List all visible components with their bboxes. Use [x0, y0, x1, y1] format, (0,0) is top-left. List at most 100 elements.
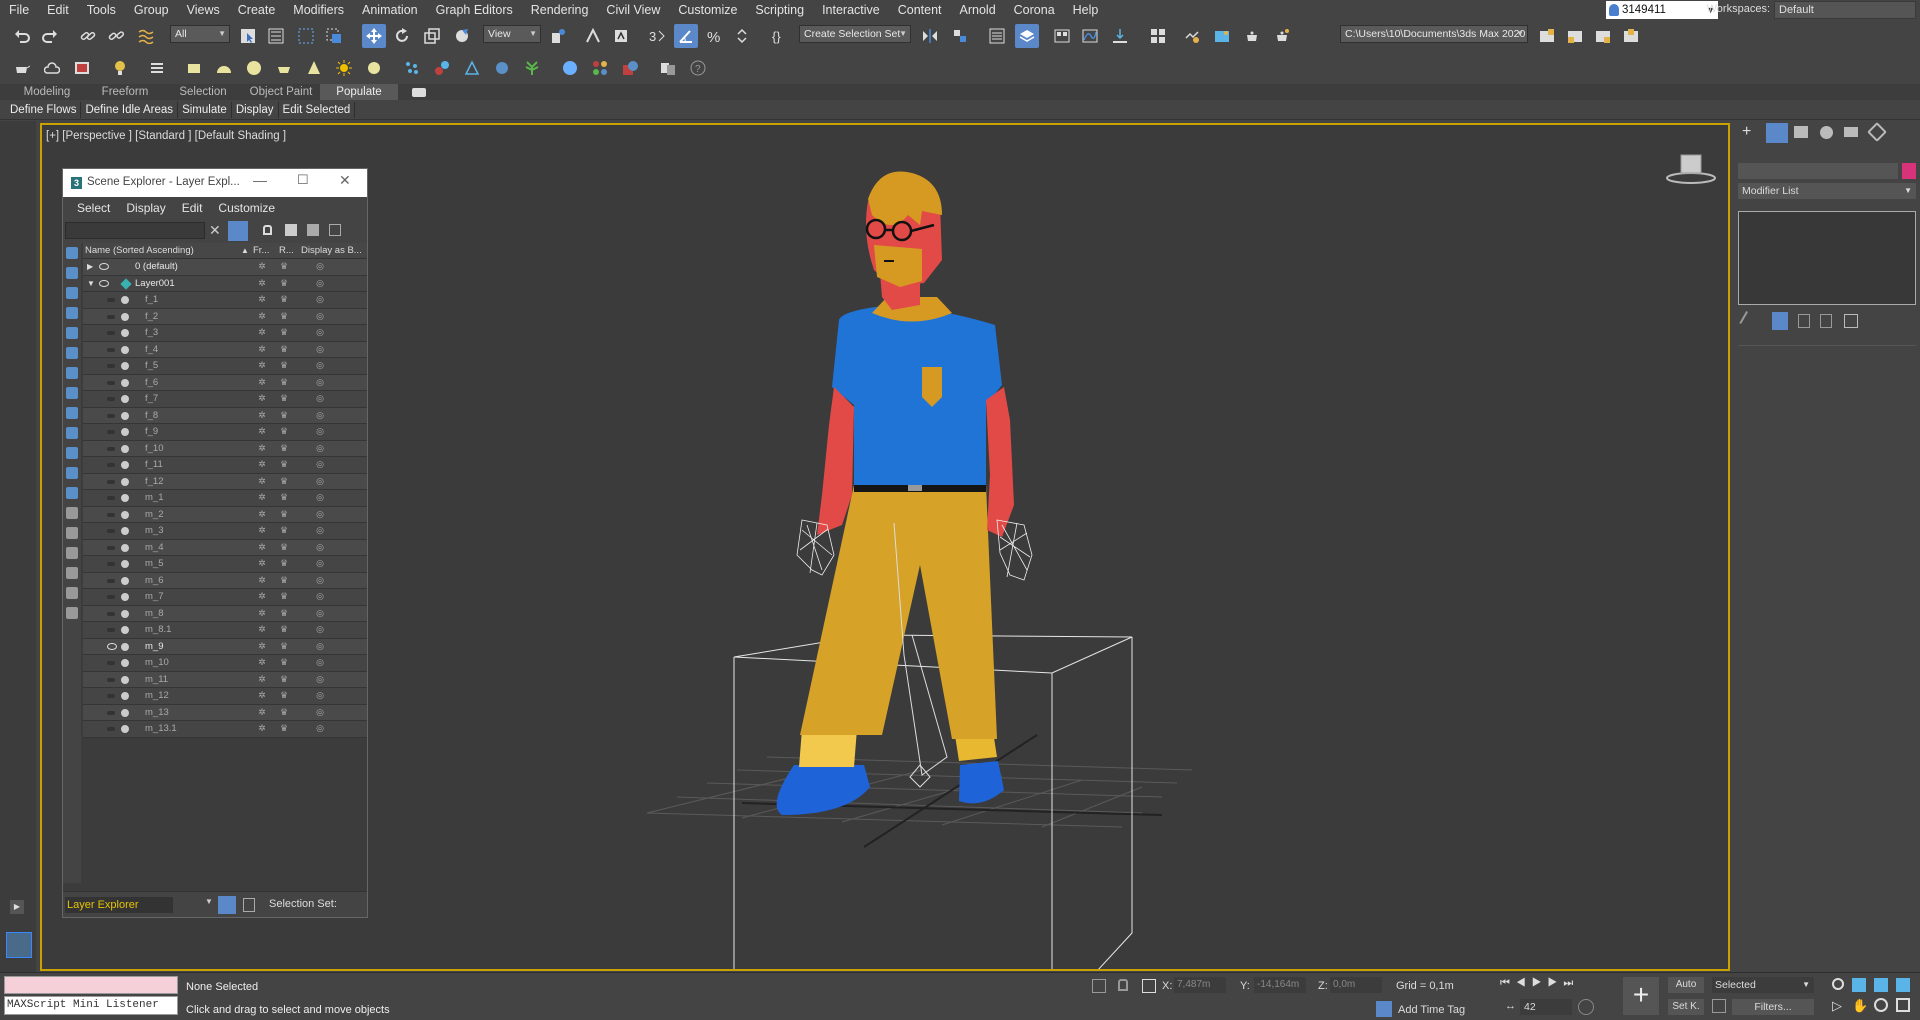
- render-toggle-icon[interactable]: ♛: [279, 459, 289, 469]
- geometry-filter-icon[interactable]: [66, 247, 78, 259]
- freeze-toggle-icon[interactable]: ✲: [257, 492, 267, 502]
- hidden-eye-icon[interactable]: [107, 331, 115, 335]
- menu-edit[interactable]: Edit: [38, 0, 78, 20]
- key-filter-dropdown[interactable]: Selected ▼: [1712, 977, 1814, 993]
- modify-tab-icon[interactable]: [1766, 123, 1788, 143]
- search-input[interactable]: [65, 222, 205, 239]
- col-display-box-header[interactable]: Display as B...: [301, 243, 362, 259]
- toggle-scene-explorer-button[interactable]: [985, 24, 1009, 48]
- hidden-eye-icon[interactable]: [107, 562, 115, 566]
- display-as-box-icon[interactable]: ◎: [315, 393, 325, 403]
- display-as-box-icon[interactable]: ◎: [315, 657, 325, 667]
- menu-rendering[interactable]: Rendering: [522, 0, 598, 20]
- hidden-eye-icon[interactable]: [107, 430, 115, 434]
- cloud-button[interactable]: [40, 56, 64, 80]
- object-row[interactable]: m_11 ✲ ♛ ◎: [83, 671, 367, 688]
- align-button[interactable]: [948, 24, 972, 48]
- absolute-mode-icon[interactable]: [1142, 979, 1156, 993]
- display-as-box-icon[interactable]: ◎: [315, 327, 325, 337]
- freeze-toggle-icon[interactable]: ✲: [257, 311, 267, 321]
- maximize-viewport-icon[interactable]: [1896, 998, 1910, 1012]
- menu-edit[interactable]: Edit: [174, 201, 211, 215]
- schematic-view-button[interactable]: [1108, 24, 1132, 48]
- col-name-header[interactable]: Name (Sorted Ascending): [85, 243, 194, 259]
- select-manipulate-button[interactable]: [581, 24, 605, 48]
- pin-stack-icon[interactable]: [1739, 310, 1757, 330]
- menu-file[interactable]: File: [0, 0, 38, 20]
- layer-explorer-toggle-icon[interactable]: [218, 896, 236, 914]
- dynamics-button[interactable]: [430, 56, 454, 80]
- reference-coordinate-dropdown[interactable]: View ▼: [483, 25, 541, 43]
- frozen-filter-icon[interactable]: [66, 467, 78, 479]
- display-as-box-icon[interactable]: ◎: [315, 624, 325, 634]
- menu-scripting[interactable]: Scripting: [746, 0, 813, 20]
- menu-modifiers[interactable]: Modifiers: [284, 0, 353, 20]
- ribbon-tab-freeform[interactable]: Freeform: [86, 84, 164, 100]
- render-toggle-icon[interactable]: ♛: [279, 624, 289, 634]
- freeze-toggle-icon[interactable]: ✲: [257, 261, 267, 271]
- go-to-start-icon[interactable]: ⏮: [1500, 977, 1516, 989]
- eye-icon[interactable]: [107, 642, 117, 650]
- set-key-button[interactable]: +: [1623, 977, 1659, 1015]
- object-row[interactable]: f_1 ✲ ♛ ◎: [83, 292, 367, 309]
- next-frame-icon[interactable]: ▶: [1548, 977, 1564, 989]
- expand-arrow-icon[interactable]: ▶: [87, 259, 93, 275]
- invert-display-icon[interactable]: [66, 547, 78, 559]
- x-coordinate-field[interactable]: 7,487m: [1174, 977, 1226, 993]
- display-as-box-icon[interactable]: ◎: [315, 476, 325, 486]
- display-as-box-icon[interactable]: ◎: [315, 459, 325, 469]
- key-filters-button[interactable]: Filters...: [1732, 999, 1814, 1015]
- freeze-toggle-icon[interactable]: ✲: [257, 591, 267, 601]
- play-icon[interactable]: ▶: [1532, 977, 1548, 989]
- display-button[interactable]: Display: [232, 101, 279, 118]
- render-toggle-icon[interactable]: ♛: [279, 525, 289, 535]
- render-setup-button[interactable]: [1180, 24, 1204, 48]
- hidden-eye-icon[interactable]: [107, 380, 115, 385]
- freeze-toggle-icon[interactable]: ✲: [257, 426, 267, 436]
- groups-filter-icon[interactable]: [66, 367, 78, 379]
- project-tool-2-button[interactable]: [1563, 24, 1587, 48]
- object-row[interactable]: m_13 ✲ ♛ ◎: [83, 704, 367, 721]
- particle-button[interactable]: [400, 56, 424, 80]
- render-toggle-icon[interactable]: ♛: [279, 542, 289, 552]
- create-tab-icon[interactable]: +: [1742, 124, 1760, 141]
- display-as-box-icon[interactable]: ◎: [315, 608, 325, 618]
- freeze-toggle-icon[interactable]: ✲: [257, 575, 267, 585]
- teapot-primitive-button[interactable]: [272, 56, 296, 80]
- menu-help[interactable]: Help: [1064, 0, 1108, 20]
- object-color-swatch[interactable]: [1902, 163, 1916, 179]
- menu-arnold[interactable]: Arnold: [951, 0, 1005, 20]
- display-as-box-icon[interactable]: ◎: [315, 707, 325, 717]
- keyboard-shortcut-override-button[interactable]: [609, 24, 633, 48]
- hidden-eye-icon[interactable]: [107, 694, 115, 698]
- display-as-box-icon[interactable]: ◎: [315, 426, 325, 436]
- col-render-header[interactable]: R...: [279, 243, 294, 259]
- expand-arrow-icon[interactable]: ▶: [10, 900, 24, 914]
- render-toggle-icon[interactable]: ♛: [279, 410, 289, 420]
- freeze-toggle-icon[interactable]: ✲: [257, 476, 267, 486]
- default-tangents-icon[interactable]: [1712, 999, 1726, 1013]
- object-row[interactable]: f_5 ✲ ♛ ◎: [83, 358, 367, 375]
- object-row[interactable]: f_2 ✲ ♛ ◎: [83, 308, 367, 325]
- material-map-button[interactable]: [618, 56, 642, 80]
- display-as-box-icon[interactable]: ◎: [315, 311, 325, 321]
- menu-customize[interactable]: Customize: [669, 0, 746, 20]
- display-none-icon[interactable]: [66, 527, 78, 539]
- freeze-toggle-icon[interactable]: ✲: [257, 641, 267, 651]
- render-toggle-icon[interactable]: ♛: [279, 558, 289, 568]
- freeze-toggle-icon[interactable]: ✲: [257, 690, 267, 700]
- snaps-toggle-button[interactable]: 3: [645, 24, 669, 48]
- helpers-filter-icon[interactable]: [66, 327, 78, 339]
- freeze-toggle-icon[interactable]: ✲: [257, 443, 267, 453]
- named-selection-dropdown[interactable]: Create Selection Set ▼: [799, 25, 911, 43]
- rendered-frame-window-button[interactable]: [1210, 24, 1234, 48]
- hidden-eye-icon[interactable]: [107, 545, 115, 550]
- cone-primitive-button[interactable]: [302, 56, 326, 80]
- object-row[interactable]: m_2 ✲ ♛ ◎: [83, 506, 367, 523]
- object-row[interactable]: f_7 ✲ ♛ ◎: [83, 391, 367, 408]
- hidden-eye-icon[interactable]: [107, 727, 115, 731]
- render-toggle-icon[interactable]: ♛: [279, 476, 289, 486]
- render-toggle-icon[interactable]: ♛: [279, 608, 289, 618]
- ribbon-tab-modeling[interactable]: Modeling: [8, 84, 86, 100]
- zoom-all-icon[interactable]: [1852, 978, 1866, 992]
